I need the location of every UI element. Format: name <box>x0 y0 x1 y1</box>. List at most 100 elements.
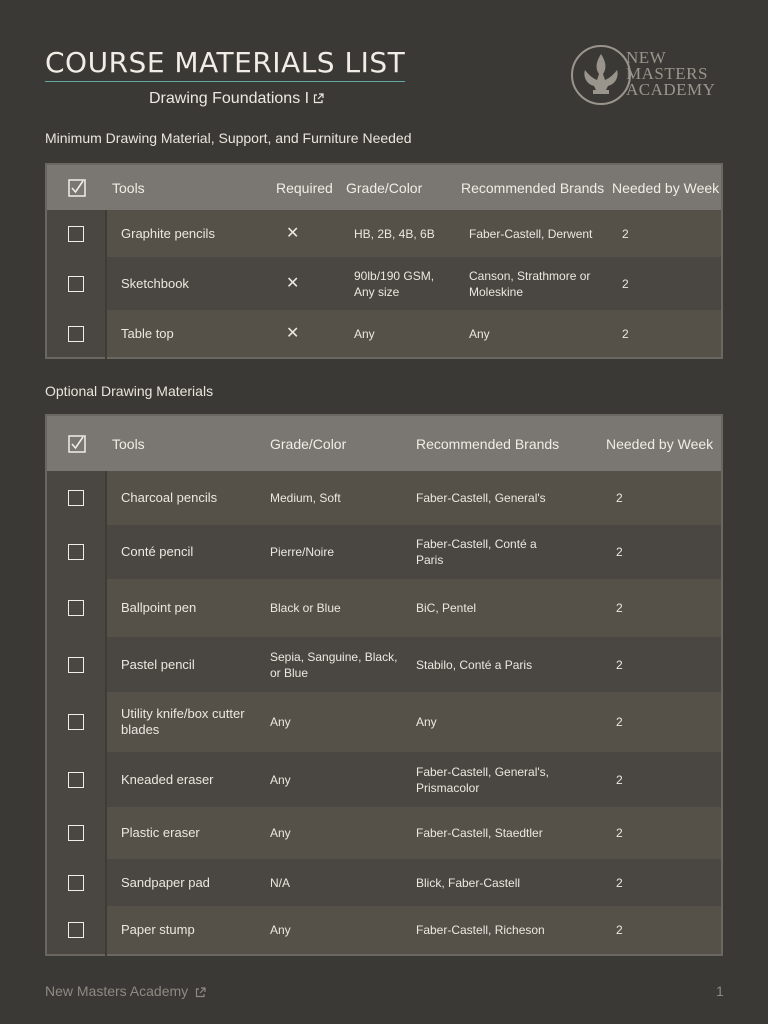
grade-cell: Any <box>270 807 416 859</box>
external-link-icon <box>313 93 324 104</box>
brands-cell: Faber-Castell, Derwent <box>461 210 612 257</box>
fleur-de-lis-emblem-icon <box>571 45 631 105</box>
row-checkbox[interactable] <box>68 544 84 561</box>
page-title: COURSE MATERIALS LIST <box>45 46 406 82</box>
required-cell: ✕ <box>276 257 346 310</box>
tool-cell: Utility knife/box cutter blades <box>105 692 270 752</box>
column-header-brands: Recommended Brands <box>416 415 606 471</box>
required-section-heading: Minimum Drawing Material, Support, and F… <box>45 130 412 146</box>
week-cell: 2 <box>612 257 722 310</box>
week-cell: 2 <box>606 579 722 637</box>
optional-table-body: Charcoal pencils Medium, Soft Faber-Cast… <box>46 471 722 955</box>
table-row: Ballpoint pen Black or Blue BiC, Pentel … <box>46 579 722 637</box>
grade-cell: Any <box>270 906 416 955</box>
table-row: Sandpaper pad N/A Blick, Faber-Castell 2 <box>46 859 722 906</box>
row-checkbox-cell <box>46 525 106 579</box>
grade-cell: N/A <box>270 859 416 906</box>
week-cell: 2 <box>606 859 722 906</box>
row-checkbox-cell <box>46 906 106 955</box>
row-checkbox-cell <box>46 637 106 692</box>
row-checkbox[interactable] <box>68 490 84 507</box>
tool-cell: Kneaded eraser <box>105 752 270 807</box>
table-row: Table top ✕ Any Any 2 <box>46 310 722 358</box>
column-header-tools: Tools <box>106 415 270 471</box>
table-row: Utility knife/box cutter blades Any Any … <box>46 692 722 752</box>
external-link-icon <box>196 987 206 997</box>
row-checkbox-cell <box>46 859 106 906</box>
table-row: Conté pencil Pierre/Noire Faber-Castell,… <box>46 525 722 579</box>
row-checkbox[interactable] <box>68 600 84 617</box>
course-subtitle-link[interactable]: Drawing Foundations I <box>149 90 324 108</box>
tool-cell: Charcoal pencils <box>105 471 270 525</box>
tool-cell: Sandpaper pad <box>105 859 270 906</box>
tool-cell: Plastic eraser <box>105 807 270 859</box>
week-cell: 2 <box>606 637 722 692</box>
grade-cell: Any <box>270 692 416 752</box>
grade-cell: HB, 2B, 4B, 6B <box>346 210 461 257</box>
grade-cell: Any <box>346 310 461 358</box>
table-row: Graphite pencils ✕ HB, 2B, 4B, 6B Faber-… <box>46 210 722 257</box>
week-cell: 2 <box>606 752 722 807</box>
row-checkbox-cell <box>46 310 106 358</box>
column-header-grade: Grade/Color <box>346 164 461 210</box>
optional-section-heading: Optional Drawing Materials <box>45 383 214 399</box>
column-header-grade: Grade/Color <box>270 415 416 471</box>
select-all-checkbox-checked-icon[interactable] <box>67 434 86 453</box>
brands-cell: Faber-Castell, Conté a Paris <box>416 525 606 579</box>
row-checkbox-cell <box>46 257 106 310</box>
row-checkbox-cell <box>46 471 106 525</box>
column-header-brands: Recommended Brands <box>461 164 612 210</box>
brands-cell: Blick, Faber-Castell <box>416 859 606 906</box>
tool-cell: Sketchbook <box>105 257 276 310</box>
grade-cell: Pierre/Noire <box>270 525 416 579</box>
column-header-week: Needed by Week <box>612 164 722 210</box>
week-cell: 2 <box>606 906 722 955</box>
brands-cell: Stabilo, Conté a Paris <box>416 637 606 692</box>
week-cell: 2 <box>606 471 722 525</box>
row-checkbox[interactable] <box>68 325 84 342</box>
grade-cell: Medium, Soft <box>270 471 416 525</box>
row-checkbox[interactable] <box>68 275 84 292</box>
row-checkbox[interactable] <box>68 771 84 788</box>
row-checkbox[interactable] <box>68 874 84 891</box>
table-header-row: Tools Required Grade/Color Recommended B… <box>46 164 722 210</box>
grade-cell: Sepia, Sanguine, Black, or Blue <box>270 637 416 692</box>
footer-academy-link[interactable]: New Masters Academy <box>45 983 206 999</box>
week-cell: 2 <box>612 210 722 257</box>
grade-cell: Any <box>270 752 416 807</box>
page-number: 1 <box>716 983 724 999</box>
academy-logo: NEW MASTERS ACADEMY <box>570 44 730 108</box>
row-checkbox-cell <box>46 579 106 637</box>
row-checkbox[interactable] <box>68 825 84 842</box>
row-checkbox-cell <box>46 752 106 807</box>
brands-cell: Any <box>461 310 612 358</box>
footer-link-text: New Masters Academy <box>45 983 189 999</box>
row-checkbox[interactable] <box>68 225 84 242</box>
table-row: Plastic eraser Any Faber-Castell, Staedt… <box>46 807 722 859</box>
brands-cell: Faber-Castell, General's, Prismacolor <box>416 752 606 807</box>
row-checkbox[interactable] <box>68 922 84 939</box>
required-x-icon: ✕ <box>286 274 300 292</box>
brands-cell: Faber-Castell, Richeson <box>416 906 606 955</box>
tool-cell: Ballpoint pen <box>105 579 270 637</box>
column-header-required: Required <box>276 164 346 210</box>
brands-cell: Faber-Castell, Staedtler <box>416 807 606 859</box>
table-header-row: Tools Grade/Color Recommended Brands Nee… <box>46 415 722 471</box>
row-checkbox[interactable] <box>68 656 84 673</box>
week-cell: 2 <box>612 310 722 358</box>
brands-cell: BiC, Pentel <box>416 579 606 637</box>
select-all-checkbox-checked-icon[interactable] <box>67 178 86 197</box>
column-header-week: Needed by Week <box>606 415 722 471</box>
tool-cell: Graphite pencils <box>105 210 276 257</box>
row-checkbox-cell <box>46 807 106 859</box>
tool-cell: Paper stump <box>105 906 270 955</box>
week-cell: 2 <box>606 807 722 859</box>
row-checkbox[interactable] <box>68 714 84 731</box>
table-row: Charcoal pencils Medium, Soft Faber-Cast… <box>46 471 722 525</box>
grade-cell: Black or Blue <box>270 579 416 637</box>
required-materials-table: Tools Required Grade/Color Recommended B… <box>45 163 723 359</box>
column-header-tools: Tools <box>106 164 276 210</box>
table-row: Pastel pencil Sepia, Sanguine, Black, or… <box>46 637 722 692</box>
select-all-cell <box>46 164 106 210</box>
table-row: Paper stump Any Faber-Castell, Richeson … <box>46 906 722 955</box>
